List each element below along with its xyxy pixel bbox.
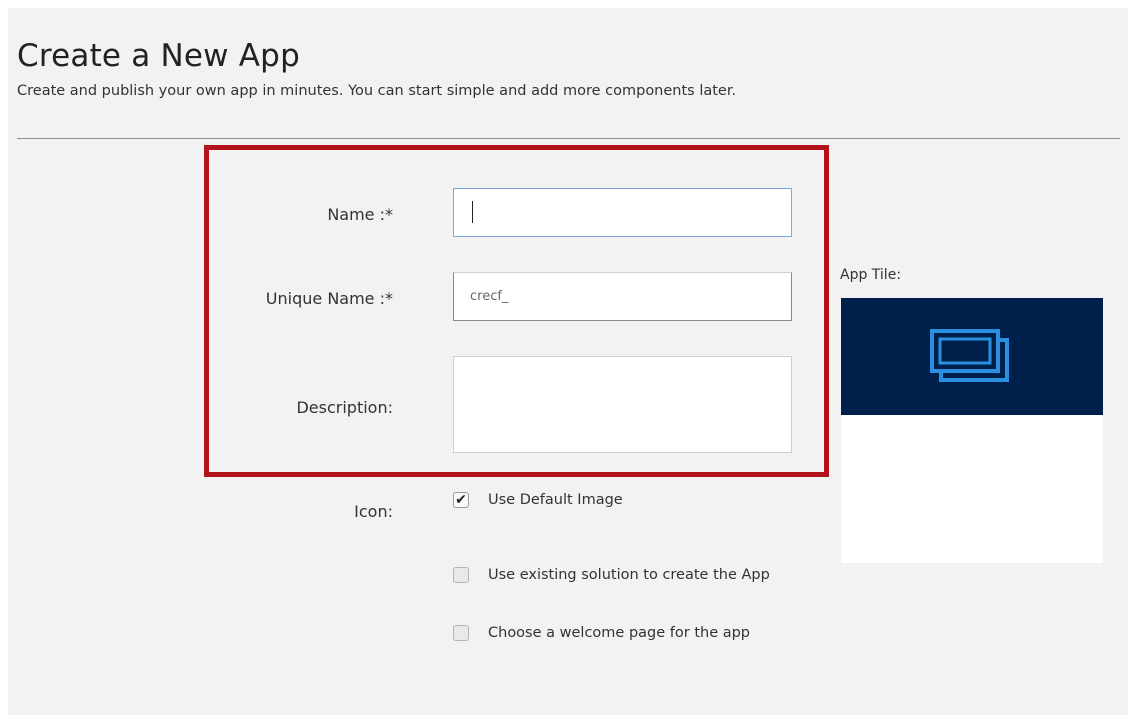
text-caret <box>472 201 473 223</box>
page-subtitle: Create and publish your own app in minut… <box>17 83 737 99</box>
choose-welcome-page-checkbox[interactable] <box>453 625 469 641</box>
unique-name-label: Unique Name :* <box>265 289 393 308</box>
description-input[interactable] <box>453 356 792 453</box>
choose-welcome-page-option[interactable]: Choose a welcome page for the app <box>453 625 750 641</box>
use-default-image-option[interactable]: ✔ Use Default Image <box>453 492 623 508</box>
page-title: Create a New App <box>17 38 300 74</box>
use-existing-solution-checkbox[interactable] <box>453 567 469 583</box>
app-tile-banner <box>841 298 1103 415</box>
unique-name-input[interactable] <box>453 272 792 321</box>
header-divider <box>17 138 1120 139</box>
app-tile-label: App Tile: <box>840 267 902 283</box>
checkmark-icon: ✔ <box>455 492 467 508</box>
use-existing-solution-option[interactable]: Use existing solution to create the App <box>453 567 770 583</box>
use-default-image-checkbox[interactable]: ✔ <box>453 492 469 508</box>
choose-welcome-page-label: Choose a welcome page for the app <box>488 625 751 641</box>
app-tile-preview <box>841 298 1103 563</box>
app-windows-icon <box>930 329 1009 382</box>
use-existing-solution-label: Use existing solution to create the App <box>488 567 770 583</box>
description-label: Description: <box>296 398 393 417</box>
use-default-image-label: Use Default Image <box>488 492 623 508</box>
name-input[interactable] <box>453 188 792 237</box>
name-label: Name :* <box>327 205 393 224</box>
icon-label: Icon: <box>354 502 393 521</box>
